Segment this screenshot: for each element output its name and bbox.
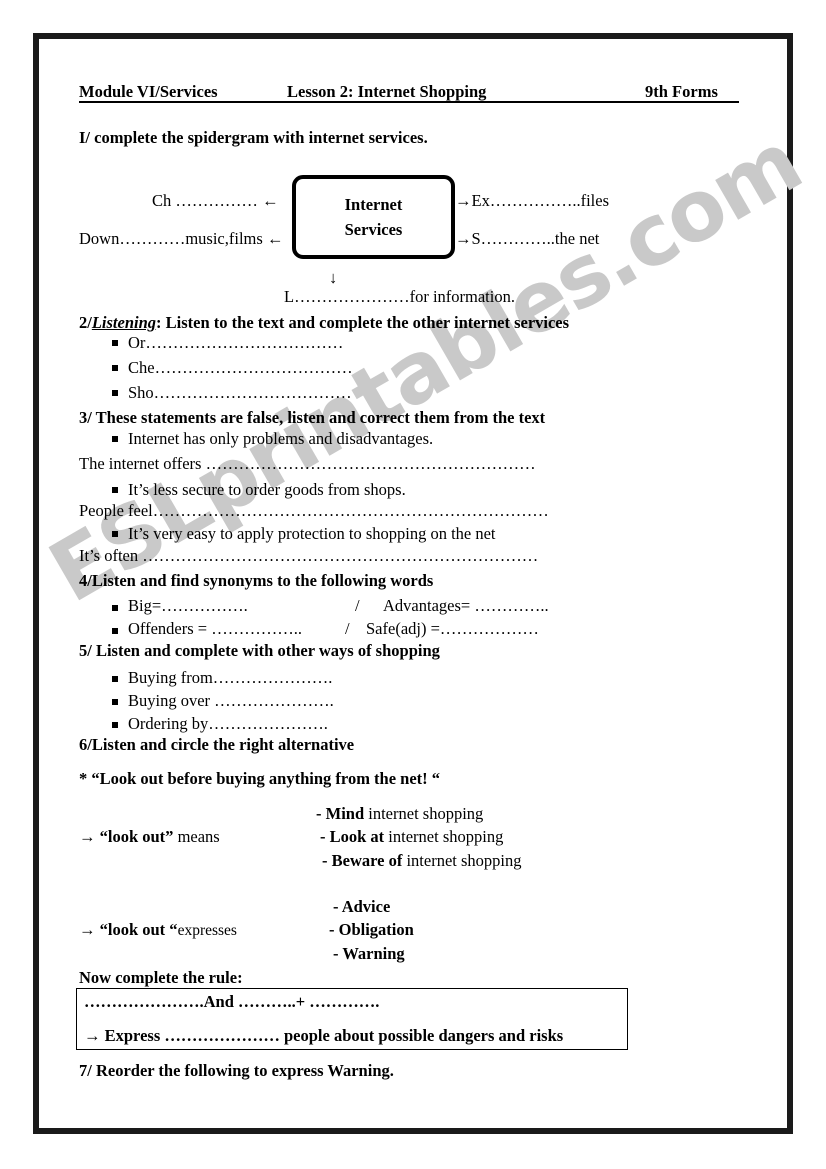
option-keyword: - Beware of bbox=[322, 851, 403, 870]
spidergram-branch-bottom-left: Down…………music,films ← bbox=[79, 229, 284, 248]
task6-q1-stem-quoted: “look out” bbox=[99, 827, 174, 846]
task2-keyword: Listening bbox=[91, 313, 157, 332]
task1-title: I/ complete the spidergram with internet… bbox=[79, 128, 428, 147]
bullet-icon bbox=[112, 365, 118, 371]
task6-q2-stem: → “look out “expresses bbox=[79, 920, 237, 940]
bullet-icon bbox=[112, 676, 118, 682]
task2-title: : Listen to the text and complete the ot… bbox=[156, 313, 570, 332]
task4-row-1-sep: / bbox=[345, 619, 350, 638]
task5-item-1: Buying over …………………. bbox=[128, 691, 334, 710]
worksheet-content: Module VI/Services Lesson 2: Internet Sh… bbox=[0, 0, 826, 1169]
task4-row-1-right: Safe(adj) =……………… bbox=[366, 619, 539, 638]
bullet-icon bbox=[112, 628, 118, 634]
task6-q2-stem-rest: expresses bbox=[177, 922, 237, 939]
task6-q2-option-2[interactable]: - Warning bbox=[333, 944, 405, 964]
option-rest: internet shopping bbox=[384, 827, 504, 846]
bullet-icon bbox=[112, 722, 118, 728]
arrow-icon: → bbox=[79, 920, 96, 939]
spidergram-center-line2: Services bbox=[344, 220, 403, 239]
task6-title: 6/Listen and circle the right alternativ… bbox=[79, 735, 355, 754]
option-rest: internet shopping bbox=[402, 851, 522, 870]
bullet-icon bbox=[112, 605, 118, 611]
task4-row-1-left: Offenders = …………….. bbox=[128, 619, 302, 638]
spidergram-branch-bottom: L…………………for information. bbox=[284, 287, 515, 306]
spidergram-center-box: Internet Services bbox=[292, 175, 455, 259]
task4-title: 4/Listen and find synonyms to the follow… bbox=[79, 571, 434, 590]
header-forms: 9th Forms bbox=[645, 82, 718, 101]
task6-q1-option-1[interactable]: - Look at internet shopping bbox=[320, 827, 503, 847]
spidergram-branch-top-left: Ch …………… ← bbox=[152, 191, 279, 210]
task6-rule-line2: → Express ………………… people about possible … bbox=[84, 1026, 564, 1045]
header-module: Module VI/Services bbox=[79, 82, 218, 101]
task2-item-0: Or……………………………… bbox=[128, 333, 344, 352]
task6-q2-option-1[interactable]: - Obligation bbox=[329, 920, 414, 940]
task6-q1-option-2[interactable]: - Beware of internet shopping bbox=[322, 851, 522, 871]
option-keyword: - Look at bbox=[320, 827, 385, 846]
task4-row-0-left: Big=……………. bbox=[128, 596, 248, 615]
header-underline bbox=[79, 101, 739, 103]
task6-q2-stem-quoted: “look out “ bbox=[99, 920, 178, 939]
task7-title: 7/ Reorder the following to express Warn… bbox=[79, 1061, 394, 1080]
task3-answer-2: It’s often ……………………………………………………………… bbox=[79, 546, 539, 565]
task5-title: 5/ Listen and complete with other ways o… bbox=[79, 641, 440, 660]
task6-rule-line1: ………………….And ………..+ …………. bbox=[84, 992, 380, 1011]
task5-item-2: Ordering by…………………. bbox=[128, 714, 328, 733]
task2-heading: 2/Listening: Listen to the text and comp… bbox=[79, 313, 569, 333]
task2-item-1: Che……………………………… bbox=[128, 358, 353, 377]
arrow-icon: → bbox=[79, 827, 96, 846]
task3-statement-1: It’s less secure to order goods from sho… bbox=[128, 480, 406, 499]
option-rest: internet shopping bbox=[364, 804, 484, 823]
task5-item-0: Buying from…………………. bbox=[128, 668, 333, 687]
task2-number: 2/ bbox=[79, 313, 92, 332]
spidergram-center-line1: Internet bbox=[344, 195, 403, 214]
task6-q1-stem-rest: means bbox=[177, 827, 220, 846]
task3-statement-0: Internet has only problems and disadvant… bbox=[128, 429, 434, 448]
task4-row-0-sep: / bbox=[355, 596, 360, 615]
task3-answer-1: People feel……………………………………………………………… bbox=[79, 501, 549, 520]
task6-q2-option-0[interactable]: - Advice bbox=[333, 897, 390, 917]
spidergram-down-arrow: ↓ bbox=[329, 268, 338, 287]
task2-item-2: Sho……………………………… bbox=[128, 383, 352, 402]
task3-statement-2: It’s very easy to apply protection to sh… bbox=[128, 524, 496, 543]
task6-q1-option-0[interactable]: - Mind internet shopping bbox=[316, 804, 483, 824]
task3-answer-0: The internet offers …………………………………………………… bbox=[79, 454, 536, 473]
bullet-icon bbox=[112, 531, 118, 537]
task6-q1-stem: → “look out” means bbox=[79, 827, 220, 847]
bullet-icon bbox=[112, 390, 118, 396]
task3-title: 3/ These statements are false, listen an… bbox=[79, 408, 546, 427]
bullet-icon bbox=[112, 436, 118, 442]
spidergram-branch-bottom-right: →S…………..the net bbox=[455, 229, 600, 248]
task6-quote: * “Look out before buying anything from … bbox=[79, 769, 441, 788]
bullet-icon bbox=[112, 340, 118, 346]
bullet-icon bbox=[112, 699, 118, 705]
task6-rule-title: Now complete the rule: bbox=[79, 968, 243, 987]
task4-row-0-right: Advantages= ………….. bbox=[383, 596, 549, 615]
header-lesson: Lesson 2: Internet Shopping bbox=[287, 82, 487, 101]
spidergram-branch-top-right: →Ex……………..files bbox=[455, 191, 609, 210]
option-keyword: - Mind bbox=[316, 804, 365, 823]
bullet-icon bbox=[112, 487, 118, 493]
